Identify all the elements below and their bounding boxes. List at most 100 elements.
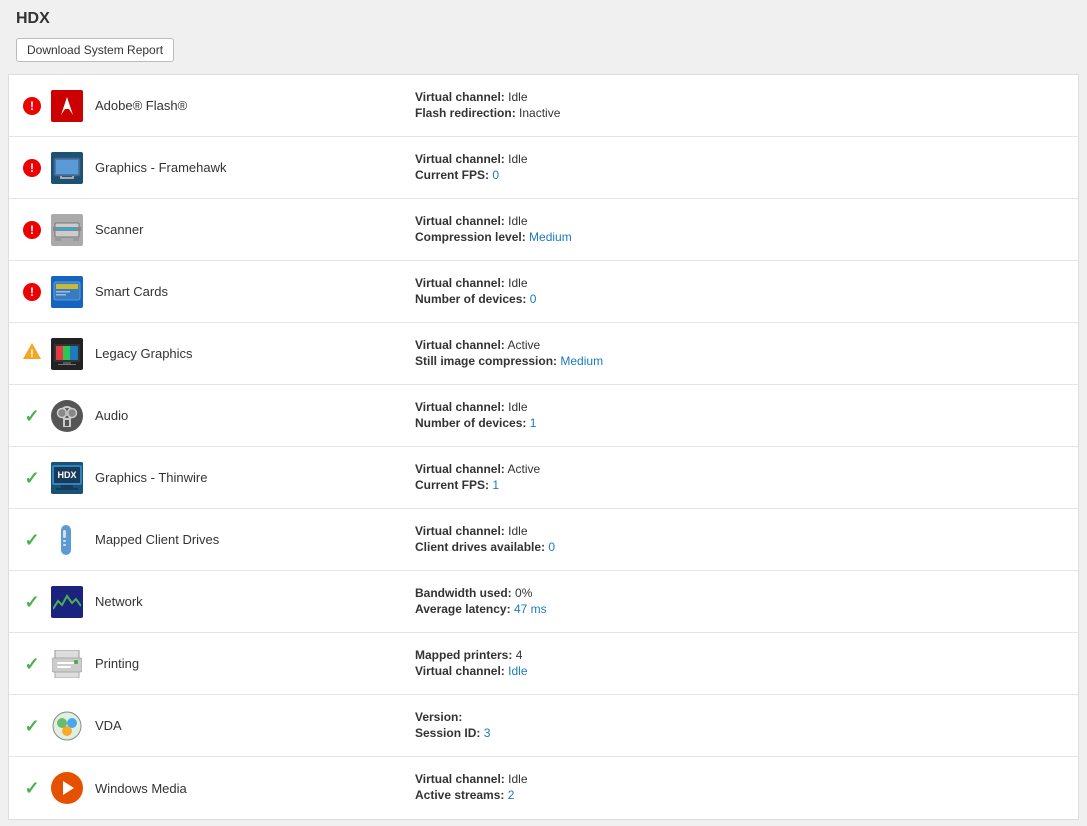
status-error-icon: ! — [23, 97, 41, 115]
table-row: ✓ Audio Virtual channel: Idle Number of … — [9, 385, 1078, 447]
hdx-table: ! Adobe® Flash® Virtual channel: Idle Fl… — [8, 74, 1079, 820]
status-ok-icon: ✓ — [24, 654, 39, 674]
table-row: ! Smart Cards Virtual channel: Idle Numb… — [9, 261, 1078, 323]
app-details: Virtual channel: Idle Client drives avai… — [415, 524, 1066, 556]
app-details: Virtual channel: Idle Active streams: 2 — [415, 772, 1066, 804]
detail-line-1: Virtual channel: Idle — [415, 276, 1066, 290]
status-ok-icon: ✓ — [24, 716, 39, 736]
detail-line-2: Number of devices: 0 — [415, 292, 1066, 306]
app-icon-audio — [51, 400, 83, 432]
detail-line-1: Virtual channel: Active — [415, 338, 1066, 352]
status-ok-icon: ✓ — [24, 592, 39, 612]
app-icon-adobe-flash — [51, 90, 83, 122]
detail-line-2: Client drives available: 0 — [415, 540, 1066, 554]
detail-line-1: Virtual channel: Idle — [415, 214, 1066, 228]
table-row: ✓ HDX Graphics - Thinwire Virtual channe… — [9, 447, 1078, 509]
app-icon-vda — [51, 710, 83, 742]
detail-line-2: Active streams: 2 — [415, 788, 1066, 802]
detail-line-2: Current FPS: 0 — [415, 168, 1066, 182]
detail-line-2: Virtual channel: Idle — [415, 664, 1066, 678]
detail-line-1: Bandwidth used: 0% — [415, 586, 1066, 600]
status-icon: ✓ — [21, 531, 43, 549]
detail-line-1: Virtual channel: Idle — [415, 772, 1066, 786]
app-icon-network — [51, 586, 83, 618]
app-name: Printing — [95, 656, 415, 671]
app-name: Adobe® Flash® — [95, 98, 415, 113]
status-icon: ! — [21, 159, 43, 177]
page-title: HDX — [16, 10, 1071, 28]
status-ok-icon: ✓ — [24, 530, 39, 550]
app-icon-printing — [51, 648, 83, 680]
svg-text:!: ! — [30, 348, 34, 360]
detail-line-1: Virtual channel: Idle — [415, 400, 1066, 414]
app-icon-windows-media — [51, 772, 83, 804]
status-icon: ✓ — [21, 655, 43, 673]
app-details: Virtual channel: Idle Compression level:… — [415, 214, 1066, 246]
app-icon-mapped-drives — [51, 524, 83, 556]
app-details: Virtual channel: Idle Flash redirection:… — [415, 90, 1066, 122]
app-icon-smartcards — [51, 276, 83, 308]
table-row: ✓ Network Bandwidth used: 0% Average lat… — [9, 571, 1078, 633]
detail-line-1: Virtual channel: Idle — [415, 90, 1066, 104]
detail-line-2: Current FPS: 1 — [415, 478, 1066, 492]
app-name: Graphics - Thinwire — [95, 470, 415, 485]
table-row: ! Legacy Graphics Virtual channel: — [9, 323, 1078, 385]
status-error-icon: ! — [23, 283, 41, 301]
app-icon-framehawk — [51, 152, 83, 184]
app-details: Virtual channel: Idle Current FPS: 0 — [415, 152, 1066, 184]
detail-line-2: Average latency: 47 ms — [415, 602, 1066, 616]
status-warning-icon: ! — [22, 342, 42, 362]
app-name: Graphics - Framehawk — [95, 160, 415, 175]
app-name: Scanner — [95, 222, 415, 237]
status-icon: ! — [21, 283, 43, 301]
app-name: Mapped Client Drives — [95, 532, 415, 547]
table-row: ✓ Mapped Client Drives Virtual channel: … — [9, 509, 1078, 571]
app-details: Version: Session ID: 3 — [415, 710, 1066, 742]
status-icon: ✓ — [21, 779, 43, 797]
table-row: ! Scanner Virtual channel: Idle Compress… — [9, 199, 1078, 261]
detail-line-2: Session ID: 3 — [415, 726, 1066, 740]
status-error-icon: ! — [23, 221, 41, 239]
table-row: ✓ VDA Version: Session ID: 3 — [9, 695, 1078, 757]
status-ok-icon: ✓ — [24, 778, 39, 798]
app-icon-legacy-graphics — [51, 338, 83, 370]
status-icon: ✓ — [21, 717, 43, 735]
app-name: Network — [95, 594, 415, 609]
download-report-button[interactable]: Download System Report — [16, 38, 174, 62]
app-icon-thinwire: HDX — [51, 462, 83, 494]
detail-line-1: Virtual channel: Active — [415, 462, 1066, 476]
status-icon: ✓ — [21, 593, 43, 611]
status-ok-icon: ✓ — [24, 406, 39, 426]
app-name: Smart Cards — [95, 284, 415, 299]
detail-line-2: Number of devices: 1 — [415, 416, 1066, 430]
app-name: Legacy Graphics — [95, 346, 415, 361]
app-name: Audio — [95, 408, 415, 423]
app-details: Virtual channel: Idle Number of devices:… — [415, 276, 1066, 308]
status-icon: ✓ — [21, 407, 43, 425]
detail-line-1: Mapped printers: 4 — [415, 648, 1066, 662]
table-row: ! Graphics - Framehawk Virtual channel: … — [9, 137, 1078, 199]
table-row: ! Adobe® Flash® Virtual channel: Idle Fl… — [9, 75, 1078, 137]
status-error-icon: ! — [23, 159, 41, 177]
detail-line-1: Virtual channel: Idle — [415, 524, 1066, 538]
detail-line-2: Flash redirection: Inactive — [415, 106, 1066, 120]
detail-line-2: Still image compression: Medium — [415, 354, 1066, 368]
app-details: Virtual channel: Idle Number of devices:… — [415, 400, 1066, 432]
table-row: ✓ Windows Media Virtual channel: Idle Ac… — [9, 757, 1078, 819]
status-icon: ! — [21, 342, 43, 365]
app-details: Virtual channel: Active Current FPS: 1 — [415, 462, 1066, 494]
status-ok-icon: ✓ — [24, 468, 39, 488]
app-name: Windows Media — [95, 781, 415, 796]
app-details: Bandwidth used: 0% Average latency: 47 m… — [415, 586, 1066, 618]
status-icon: ✓ — [21, 469, 43, 487]
status-icon: ! — [21, 221, 43, 239]
detail-line-1: Virtual channel: Idle — [415, 152, 1066, 166]
app-details: Mapped printers: 4 Virtual channel: Idle — [415, 648, 1066, 680]
detail-line-1: Version: — [415, 710, 1066, 724]
table-row: ✓ Printing Mapped printers: 4 Vir — [9, 633, 1078, 695]
svg-text:HDX: HDX — [57, 470, 76, 480]
app-icon-scanner — [51, 214, 83, 246]
detail-line-2: Compression level: Medium — [415, 230, 1066, 244]
status-icon: ! — [21, 97, 43, 115]
app-details: Virtual channel: Active Still image comp… — [415, 338, 1066, 370]
